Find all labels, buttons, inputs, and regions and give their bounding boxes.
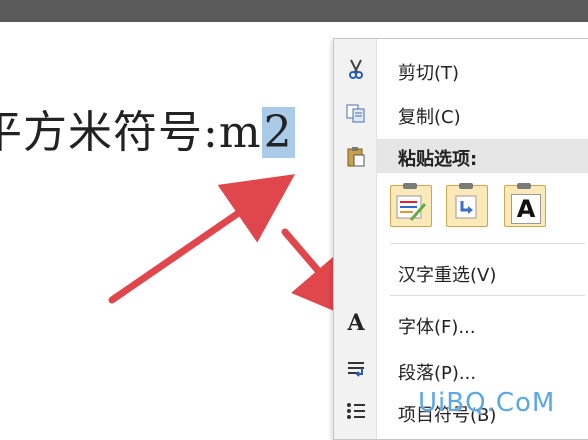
menu-label-reconvert: 汉字重选(V) [398,265,497,286]
menu-item-cut[interactable]: 剪切(T) [334,49,588,89]
menu-item-font[interactable]: A 字体(F)... [334,303,588,343]
title-bar [0,0,588,22]
document-m: m [218,107,262,158]
menu-label-copy: 复制(C) [398,107,461,128]
keep-source-formatting-icon [396,195,427,221]
scissors-icon [344,57,368,81]
site-watermark: UiBQ.CoM [418,388,556,418]
paragraph-icon [344,357,368,381]
paste-text-only-button[interactable]: A [504,183,546,227]
bullets-icon [344,399,368,423]
paste-merge-formatting-button[interactable] [446,183,488,227]
selected-text[interactable]: 2 [261,107,295,158]
menu-divider [390,295,585,296]
paste-options-icon-cell [334,137,376,177]
merge-formatting-icon [455,195,477,219]
paste-options-header: 粘贴选项: [377,139,588,173]
menu-label-cut: 剪切(T) [398,63,460,84]
clipboard-clip-icon [459,183,473,189]
paste-keep-source-button[interactable] [390,183,432,227]
clipboard-clip-icon [517,183,531,189]
text-only-icon: A [511,194,541,224]
menu-label-paragraph: 段落(P)... [398,363,477,384]
paste-icon [344,145,368,169]
clipboard-clip-icon [403,183,417,189]
paste-options-label: 粘贴选项: [398,149,478,170]
menu-item-paragraph[interactable]: 段落(P)... [334,349,588,389]
menu-item-reconvert[interactable]: 汉字重选(V) [334,251,588,291]
copy-icon [344,101,368,125]
font-icon: A [347,310,365,336]
menu-label-font: 字体(F)... [398,317,476,338]
document-text[interactable]: 平方米符号:m2 [0,96,295,160]
arrow-to-selection [108,174,296,304]
context-menu: 剪切(T) 复制(C) 粘贴选项: A 汉字重选(V) A 字体(F)... 段… [333,38,588,440]
menu-divider [390,243,585,244]
document-lead-text: 平方米符号: [0,107,219,158]
menu-item-copy[interactable]: 复制(C) [334,93,588,133]
